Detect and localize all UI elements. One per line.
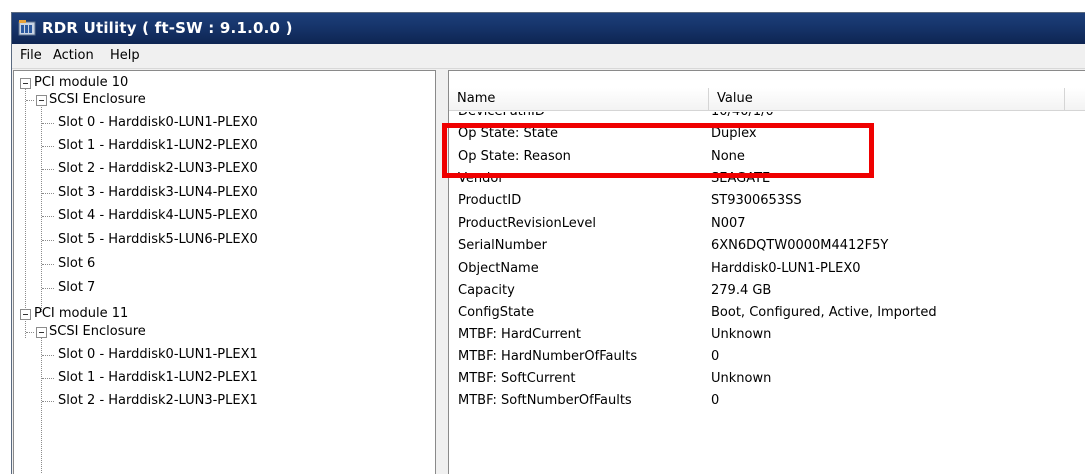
menu-file[interactable]: File	[17, 48, 45, 63]
property-list[interactable]: Name Value DevicePathID 10/40/1/0 Op Sta…	[448, 70, 1085, 474]
cell-name: SerialNumber	[458, 238, 548, 253]
cell-value: Unknown	[711, 327, 772, 342]
cell-name: Op State: State	[458, 126, 558, 141]
tree-line	[25, 88, 26, 338]
tree-line	[42, 146, 54, 147]
tree-line	[42, 240, 54, 241]
tree-line	[42, 355, 54, 356]
table-row[interactable]: Vendor SEAGATE	[449, 168, 1085, 189]
tree-item-slot[interactable]: Slot 5 - Harddisk5-LUN6-PLEX0	[58, 229, 258, 251]
cell-name: MTBF: HardNumberOfFaults	[458, 349, 638, 364]
tree-line	[42, 288, 54, 289]
cell-name: ObjectName	[458, 261, 539, 276]
table-row[interactable]: MTBF: SoftCurrent Unknown	[449, 368, 1085, 389]
tree-pane[interactable]: PCI module 10 SCSI Enclosure Slot 0 - Ha…	[13, 70, 436, 474]
tree-line	[42, 378, 54, 379]
table-row[interactable]: Op State: Reason None	[449, 146, 1085, 167]
column-header-name[interactable]: Name	[449, 88, 709, 110]
cell-value: N007	[711, 216, 746, 231]
collapse-icon[interactable]	[20, 309, 31, 320]
tree-line	[42, 193, 54, 194]
tree-line	[26, 332, 34, 333]
list-header: Name Value	[449, 88, 1085, 111]
tree-item-slot[interactable]: Slot 4 - Harddisk4-LUN5-PLEX0	[58, 205, 258, 227]
cell-name: ProductRevisionLevel	[458, 216, 597, 231]
tree-line	[41, 105, 42, 312]
tree-item-slot[interactable]: Slot 1 - Harddisk1-LUN2-PLEX1	[58, 367, 258, 389]
table-row[interactable]: ProductRevisionLevel N007	[449, 213, 1085, 234]
table-row[interactable]: SerialNumber 6XN6DQTW0000M4412F5Y	[449, 235, 1085, 256]
column-header-empty	[1065, 88, 1085, 110]
tree-item-slot[interactable]: Slot 1 - Harddisk1-LUN2-PLEX0	[58, 135, 258, 157]
app-window: RDR Utility ( ft-SW : 9.1.0.0 ) File Act…	[11, 12, 1085, 474]
tree-item-scsi-enclosure[interactable]: SCSI Enclosure	[49, 89, 146, 111]
window-title: RDR Utility ( ft-SW : 9.1.0.0 )	[42, 19, 293, 37]
cell-value: 0	[711, 349, 720, 364]
tree-line	[42, 216, 54, 217]
table-row[interactable]: MTBF: HardNumberOfFaults 0	[449, 346, 1085, 367]
cell-name: Vendor	[458, 171, 504, 186]
tree-line	[26, 100, 34, 101]
table-row[interactable]: MTBF: SoftNumberOfFaults 0	[449, 390, 1085, 411]
table-row[interactable]: Capacity 279.4 GB	[449, 280, 1085, 301]
tree-item-slot[interactable]: Slot 3 - Harddisk3-LUN4-PLEX0	[58, 182, 258, 204]
tree-line	[42, 169, 54, 170]
cell-name: MTBF: SoftCurrent	[458, 371, 576, 386]
tree-item-scsi-enclosure[interactable]: SCSI Enclosure	[49, 321, 146, 343]
table-row[interactable]: ProductID ST9300653SS	[449, 190, 1085, 211]
pane-splitter[interactable]	[436, 70, 447, 474]
cell-name: MTBF: SoftNumberOfFaults	[458, 393, 632, 408]
cell-value: ST9300653SS	[711, 193, 802, 208]
table-row[interactable]: ObjectName Harddisk0-LUN1-PLEX0	[449, 258, 1085, 279]
table-row[interactable]: MTBF: HardCurrent Unknown	[449, 324, 1085, 345]
column-header-value[interactable]: Value	[709, 88, 1065, 110]
cell-value: Unknown	[711, 371, 772, 386]
tree-item-slot[interactable]: Slot 6	[58, 253, 95, 275]
cell-value: 0	[711, 393, 720, 408]
tree-item-slot[interactable]: Slot 0 - Harddisk0-LUN1-PLEX0	[58, 112, 258, 134]
title-bar[interactable]: RDR Utility ( ft-SW : 9.1.0.0 )	[12, 13, 1085, 44]
tree-item-slot[interactable]: Slot 7	[58, 277, 95, 299]
tree-line	[42, 264, 54, 265]
cell-name: Op State: Reason	[458, 149, 571, 164]
cell-name: MTBF: HardCurrent	[458, 327, 581, 342]
cell-value: SEAGATE	[711, 171, 771, 186]
tree-item-slot[interactable]: Slot 2 - Harddisk2-LUN3-PLEX1	[58, 390, 258, 412]
tree-line	[42, 123, 54, 124]
app-icon	[18, 20, 36, 36]
menu-bar: File Action Help	[12, 44, 1085, 69]
table-row[interactable]: ConfigState Boot, Configured, Active, Im…	[449, 302, 1085, 323]
cell-name: ProductID	[458, 193, 522, 208]
cell-name: Capacity	[458, 283, 515, 298]
cell-value: Harddisk0-LUN1-PLEX0	[711, 261, 861, 276]
menu-help[interactable]: Help	[107, 48, 143, 63]
cell-value: Boot, Configured, Active, Imported	[711, 305, 937, 320]
table-row[interactable]: Op State: State Duplex	[449, 123, 1085, 144]
tree-line	[41, 337, 42, 474]
menu-action[interactable]: Action	[50, 48, 97, 63]
tree-line	[42, 401, 54, 402]
cell-value: None	[711, 149, 745, 164]
cell-value: Duplex	[711, 126, 757, 141]
cell-value: 6XN6DQTW0000M4412F5Y	[711, 238, 889, 253]
tree-item-slot[interactable]: Slot 0 - Harddisk0-LUN1-PLEX1	[58, 344, 258, 366]
cell-value: 279.4 GB	[711, 283, 772, 298]
cell-name: ConfigState	[458, 305, 535, 320]
tree-item-slot[interactable]: Slot 2 - Harddisk2-LUN3-PLEX0	[58, 158, 258, 180]
